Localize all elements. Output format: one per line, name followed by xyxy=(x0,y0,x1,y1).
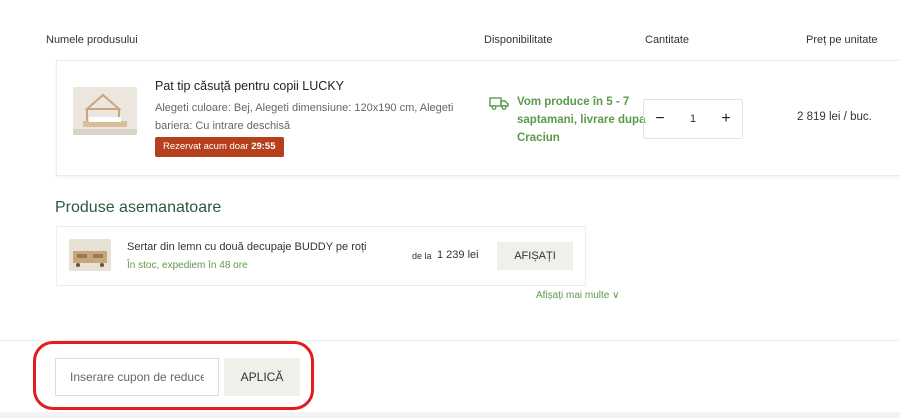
reservation-label: Rezervat acum doar xyxy=(163,141,249,152)
product-options: Alegeti culoare: Bej, Alegeti dimensiune… xyxy=(155,102,454,132)
quantity-value[interactable]: 1 xyxy=(684,109,702,129)
product-name-link[interactable]: Pat tip căsuță pentru copii LUCKY xyxy=(155,79,344,93)
column-header-availability: Disponibilitate xyxy=(484,34,553,46)
bottom-band xyxy=(0,412,900,418)
decrease-quantity-button[interactable]: − xyxy=(650,109,670,129)
column-header-product: Numele produsului xyxy=(46,34,138,46)
drawer-thumbnail[interactable] xyxy=(69,239,111,271)
reservation-badge: Rezervat acum doar 29:55 xyxy=(155,137,284,157)
similar-product-card: Sertar din lemn cu două decupaje BUDDY p… xyxy=(56,226,586,286)
column-header-unit-price: Preț pe unitate xyxy=(806,34,878,46)
show-product-button[interactable]: AFIȘAȚI xyxy=(497,242,573,270)
reservation-timer: 29:55 xyxy=(251,141,276,152)
quantity-stepper: − 1 + xyxy=(643,99,743,139)
similar-product-stock: În stoc, expediem în 48 ore xyxy=(127,260,248,271)
similar-product-price: 1 239 lei xyxy=(437,249,479,261)
similar-products-title: Produse asemanatoare xyxy=(55,199,222,216)
similar-product-name[interactable]: Sertar din lemn cu două decupaje BUDDY p… xyxy=(127,241,367,253)
column-header-quantity: Cantitate xyxy=(645,34,690,46)
unit-price: 2 819 lei / buc. xyxy=(797,111,872,123)
truck-icon xyxy=(489,95,509,116)
increase-quantity-button[interactable]: + xyxy=(716,109,736,129)
cart-item-card: Pat tip căsuță pentru copii LUCKY Aleget… xyxy=(56,60,900,176)
highlight-annotation xyxy=(33,341,314,410)
price-from-label: de la xyxy=(412,251,432,261)
availability-text: Vom produce în 5 - 7 saptamani, livrare … xyxy=(517,96,646,144)
bed-thumbnail[interactable] xyxy=(73,87,137,135)
show-more-link[interactable]: Afișați mai multe ∨ xyxy=(536,290,619,301)
